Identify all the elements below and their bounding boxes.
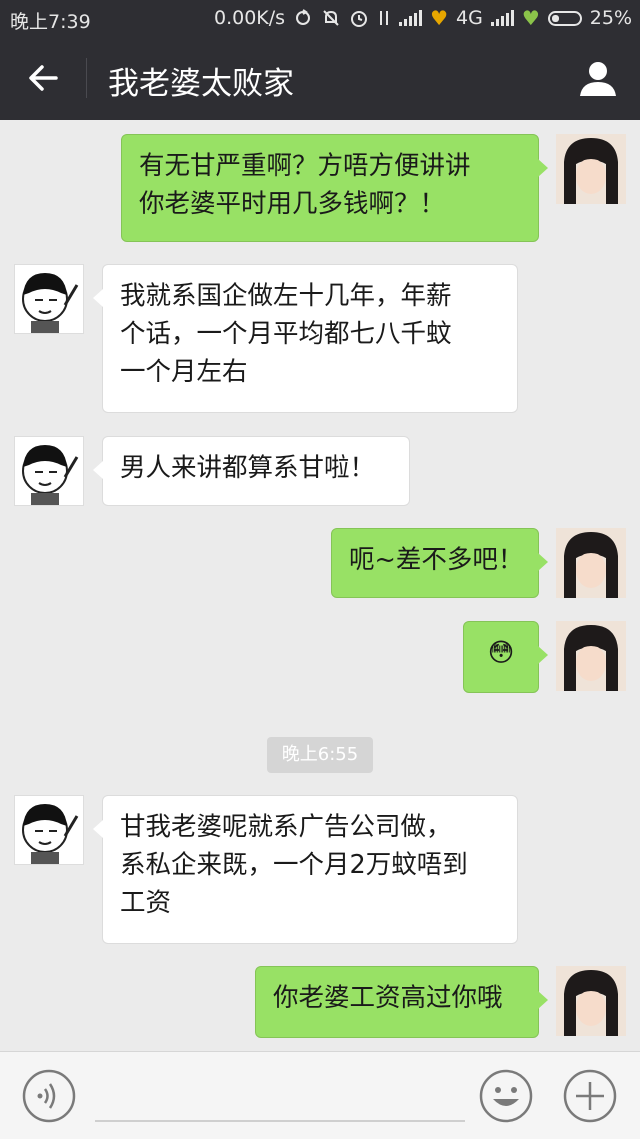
message-line: 呃~差不多吧！ — [349, 545, 524, 575]
mute-bell-icon — [323, 10, 339, 26]
alarm-icon — [351, 11, 368, 27]
my-avatar[interactable] — [556, 134, 626, 204]
header-divider — [86, 58, 87, 98]
data-transfer-icon — [380, 11, 389, 25]
message-line: 个话，一个月平均都七八千蚊 — [120, 319, 452, 349]
network-type: 4G — [456, 7, 483, 29]
incoming-message-bubble[interactable]: 男人来讲都算系甘啦！ — [93, 436, 410, 506]
outgoing-message-bubble[interactable]: 有无甘严重啊？方唔方便讲讲 你老婆平时用几多钱啊？！ — [121, 134, 548, 242]
chat-title: 我老婆太败家 — [108, 66, 294, 102]
sync-icon — [296, 9, 311, 25]
battery-level: 25% — [589, 7, 632, 29]
message-line: 我就系国企做左十几年，年薪 — [120, 281, 452, 311]
add-more-icon[interactable] — [563, 1069, 617, 1123]
message-line: 男人来讲都算系甘啦！ — [120, 453, 376, 483]
status-bar: 晚上7:39 0.00K/s ♥ 4G ♥ 25% — [0, 0, 640, 36]
heart-icon: ♥ — [430, 6, 449, 30]
incoming-message-bubble[interactable]: 甘我老婆呢就系广告公司做， 系私企来既，一个月2万蚊唔到 工资 — [93, 795, 518, 944]
outgoing-message-bubble[interactable]: 呃~差不多吧！ — [331, 528, 548, 598]
contact-profile-icon[interactable] — [576, 56, 620, 100]
incoming-message-bubble[interactable]: 我就系国企做左十几年，年薪 个话，一个月平均都七八千蚊 一个月左右 — [93, 264, 518, 413]
message-line: 一个月左右 — [120, 357, 248, 387]
message-line: 甘我老婆呢就系广告公司做， — [120, 812, 452, 842]
contact-avatar[interactable] — [14, 264, 84, 334]
back-arrow-icon[interactable] — [22, 56, 66, 100]
emoji-icon[interactable] — [479, 1069, 533, 1123]
heart-icon: ♥ — [521, 6, 540, 30]
status-icons: 0.00K/s ♥ 4G ♥ 25% — [214, 7, 632, 29]
message-line: 有无甘严重啊？方唔方便讲讲 — [139, 151, 471, 181]
contact-avatar[interactable] — [14, 795, 84, 865]
signal-icon — [399, 10, 423, 26]
outgoing-message-bubble[interactable]: 😳 — [463, 621, 548, 693]
status-time: 晚上7:39 — [10, 11, 91, 33]
outgoing-message-bubble[interactable]: 你老婆工资高过你哦 — [255, 966, 548, 1038]
network-speed: 0.00K/s — [214, 7, 286, 29]
flushed-emoji: 😳 — [487, 638, 515, 668]
my-avatar[interactable] — [556, 621, 626, 691]
message-line: 系私企来既，一个月2万蚊唔到 — [120, 850, 468, 880]
signal-icon — [490, 10, 514, 26]
message-input-field[interactable] — [95, 1120, 465, 1122]
input-bar — [0, 1051, 640, 1139]
my-avatar[interactable] — [556, 966, 626, 1036]
my-avatar[interactable] — [556, 528, 626, 598]
battery-icon — [547, 10, 582, 26]
message-line: 你老婆工资高过你哦 — [273, 983, 503, 1013]
message-line: 工资 — [120, 888, 172, 918]
message-timestamp: 晚上6:55 — [267, 737, 373, 773]
message-line: 你老婆平时用几多钱啊？！ — [139, 189, 446, 219]
chat-header: 我老婆太败家 — [0, 36, 640, 120]
voice-input-icon[interactable] — [22, 1069, 76, 1123]
contact-avatar[interactable] — [14, 436, 84, 506]
